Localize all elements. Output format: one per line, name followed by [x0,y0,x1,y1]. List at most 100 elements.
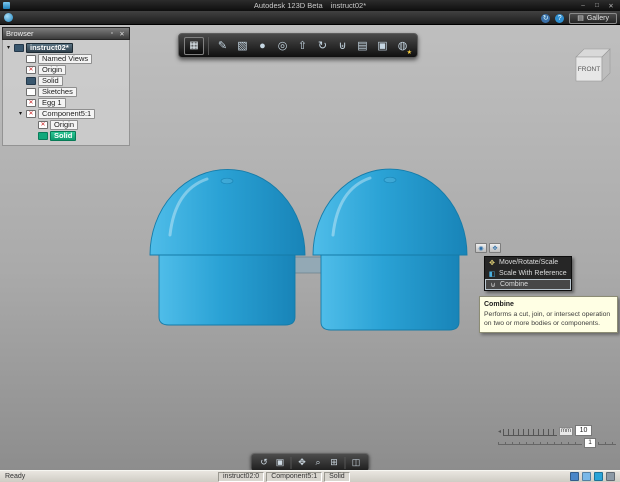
browser-header[interactable]: Browser ▫ ✕ [2,27,130,40]
menu-bar: ↻ ? ▤ Gallery [0,11,620,25]
named-views-node-icon: . [26,54,36,63]
ruler-arrow-icon[interactable]: ◂ [498,428,501,436]
sync-icon[interactable]: ↻ [541,13,551,23]
autodesk-logo-icon[interactable] [4,13,13,22]
ruler-sub-value[interactable]: 1 [584,438,596,448]
pan-icon[interactable]: ✥ [295,456,310,469]
sphere-icon: ● [259,39,266,52]
maximize-button[interactable]: □ [592,2,602,10]
hidden-eye-icon[interactable]: ✕ [38,120,48,129]
status-document-segment: instruct02:0 [218,471,265,482]
browser-item-label[interactable]: Sketches [38,86,77,97]
fit-view-icon[interactable]: ⊞ [327,456,342,469]
expand-arrow-icon[interactable]: ▾ [17,110,24,117]
browser-item-solid[interactable]: Solid [5,75,127,86]
toolbar-separator [290,456,292,469]
status-indicator-icon[interactable] [582,472,591,481]
group-button[interactable]: ▣ [373,37,392,55]
extrude-button[interactable]: ⇧ [293,37,312,55]
app-cube-icon: ▦ [189,40,199,51]
material-button[interactable]: ◍ ★ [393,37,412,56]
sketches-node-icon: . [26,87,36,96]
scale-with-reference-icon: ◧ [488,270,496,278]
revolve-button[interactable]: ↻ [313,37,332,55]
sketch-button[interactable]: ✎ [213,37,232,55]
app-title: Autodesk 123D Beta [253,1,323,10]
browser-item-label[interactable]: Egg 1 [38,97,66,108]
combine-button[interactable]: ⊎ [333,37,352,55]
menu-item-label: Scale With Reference [499,270,567,277]
cylinder-primitive-button[interactable]: ◎ [273,37,292,55]
document-title: instruct02* [330,1,367,10]
browser-item-component[interactable]: ▾ ✕ Component5:1 [5,108,127,119]
hidden-eye-icon[interactable]: ✕ [26,98,36,107]
egg-body-left[interactable] [149,169,306,326]
orbit-icon[interactable]: ↺ [257,456,272,469]
view-cube-nav-icon[interactable]: ▣ [273,456,288,469]
star-badge-icon: ★ [406,49,412,56]
main-toolbar: ▦ ✎ ▧ ● ◎ ⇧ ↻ ⊎ ▤ ▣ ◍ ★ [178,33,418,58]
browser-item-label[interactable]: Solid [50,130,77,141]
model-bodies[interactable] [145,165,475,340]
move-mini-button[interactable]: ✥ [489,243,501,253]
browser-item-root[interactable]: ▾ instruct02* [5,42,127,53]
toolbar-separator [344,456,346,469]
browser-item-label[interactable]: Solid [38,75,63,86]
browser-item-label[interactable]: instruct02* [26,42,73,53]
close-button[interactable]: ✕ [606,2,616,10]
menu-item-move-rotate-scale[interactable]: ✥ Move/Rotate/Scale [485,257,571,268]
gallery-button[interactable]: ▤ Gallery [569,12,617,24]
primitives-menu-button[interactable]: ▦ [184,36,204,55]
browser-item-component-origin[interactable]: ✕ Origin [5,119,127,130]
sphere-primitive-button[interactable]: ● [253,37,272,55]
browser-item-origin[interactable]: ✕ Origin [5,64,127,75]
selected-solid-node-icon [38,131,48,140]
view-cube-face-label[interactable]: FRONT [578,66,600,73]
app-window: Autodesk 123D Beta instruct02* – □ ✕ ↻ ? … [0,0,620,482]
box-primitive-button[interactable]: ▧ [233,37,252,55]
zoom-icon[interactable]: ⌕ [311,456,326,469]
top-dimple [220,177,234,185]
menu-item-combine[interactable]: ⊎ Combine [485,279,571,290]
browser-item-component-solid-selected[interactable]: Solid [5,130,127,141]
minimize-button[interactable]: – [578,2,588,10]
browser-panel: Browser ▫ ✕ ▾ instruct02* . Named Views … [2,27,130,146]
expand-arrow-icon[interactable]: ▾ [5,44,12,51]
connector-cylinder[interactable] [292,256,326,274]
browser-item-named-views[interactable]: . Named Views [5,53,127,64]
browser-item-label[interactable]: Origin [38,64,67,75]
scale-ruler[interactable]: ◂ mm 10 1 [498,424,616,448]
pattern-button[interactable]: ▤ [353,37,372,55]
view-cube-graphic[interactable]: FRONT [568,45,612,89]
display-settings-icon[interactable]: ◫ [349,456,364,469]
help-icon[interactable]: ? [555,13,565,23]
combine-menu-icon: ⊎ [490,281,496,289]
group-icon: ▣ [377,40,388,52]
status-ready-label: Ready [5,473,26,480]
browser-item-label[interactable]: Origin [50,119,79,130]
title-bar: Autodesk 123D Beta instruct02* – □ ✕ [0,0,620,11]
box-icon: ▧ [237,40,248,52]
ruler-value[interactable]: 10 [575,425,593,436]
gallery-label: Gallery [586,14,609,22]
revolve-icon: ↻ [317,40,328,52]
pivot-mini-button[interactable]: ◉ [475,243,487,253]
gallery-icon: ▤ [577,14,584,22]
browser-item-label[interactable]: Named Views [38,53,93,64]
menu-item-scale-with-reference[interactable]: ◧ Scale With Reference [485,268,571,279]
browser-item-egg[interactable]: ✕ Egg 1 [5,97,127,108]
browser-item-label[interactable]: Component5:1 [38,108,96,119]
view-cube[interactable]: FRONT [568,45,612,89]
browser-pin-icon[interactable]: ▫ [108,30,116,37]
status-indicator-icon[interactable] [594,472,603,481]
ruler-subline [498,441,582,445]
browser-close-icon[interactable]: ✕ [118,30,126,38]
hidden-eye-icon[interactable]: ✕ [26,65,36,74]
egg-body-right[interactable] [312,168,468,331]
combine-icon: ⊎ [338,40,347,52]
status-indicator-icon[interactable] [606,472,615,481]
ruler-ticks[interactable] [503,429,558,436]
hidden-eye-icon[interactable]: ✕ [26,109,36,118]
status-indicator-icon[interactable] [570,472,579,481]
browser-item-sketches[interactable]: . Sketches [5,86,127,97]
